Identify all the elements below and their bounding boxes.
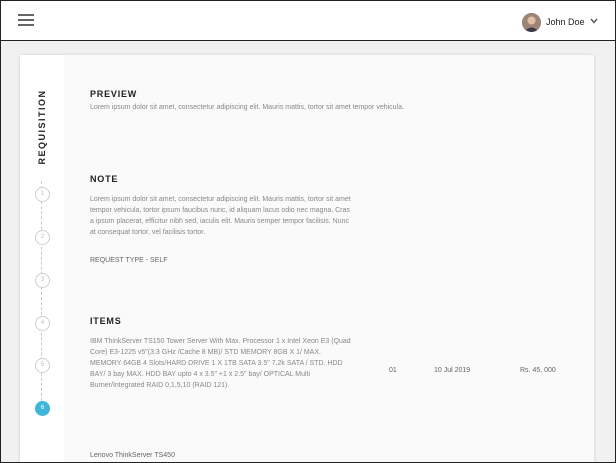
step-6-active[interactable]: 6	[35, 401, 50, 416]
stepper-line	[41, 181, 42, 411]
user-name[interactable]: John Doe	[546, 17, 585, 27]
avatar[interactable]	[522, 13, 541, 32]
preview-text: Lorem ipsum dolor sit amet, consectetur …	[90, 104, 404, 111]
hamburger-menu-icon[interactable]	[18, 14, 34, 27]
items-title: ITEMS	[90, 316, 122, 326]
item-description: IBM ThinkServer TS150 Tower Server With …	[90, 338, 351, 389]
item-description: Lenovo ThinkServer TS450	[90, 452, 175, 459]
step-3[interactable]: 3	[35, 273, 50, 288]
preview-title: PREVIEW	[90, 89, 138, 99]
step-5[interactable]: 5	[35, 358, 50, 373]
note-text: Lorem ipsum dolor sit amet, consectetur …	[90, 196, 351, 236]
item-price: Rs. 45, 000	[520, 367, 556, 374]
item-date: 10 Jul 2019	[434, 367, 471, 374]
app-window: John Doe REQUISITION 1 2 3 4 5 6 PREVIEW…	[0, 0, 616, 463]
chevron-down-icon[interactable]	[590, 18, 598, 24]
user-photo-icon	[522, 13, 541, 32]
top-bar: John Doe	[1, 1, 615, 41]
step-1[interactable]: 1	[35, 187, 50, 202]
step-2[interactable]: 2	[35, 230, 50, 245]
request-type: REQUEST TYPE - SELF	[90, 257, 168, 264]
item-quantity: 01	[389, 367, 397, 374]
step-4[interactable]: 4	[35, 316, 50, 331]
note-title: NOTE	[90, 174, 119, 184]
stepper-title: REQUISITION	[37, 89, 47, 165]
